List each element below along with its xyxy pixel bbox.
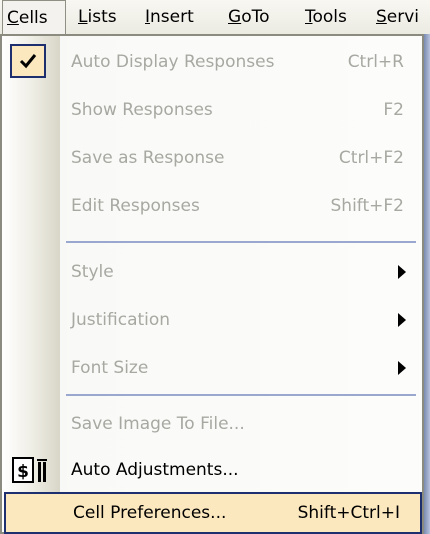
menu-services-label: Servi — [376, 7, 420, 27]
menu-item-shortcut: Ctrl+F2 — [338, 148, 404, 168]
menu-item-auto-adjustments[interactable]: $ Auto Adjustments... — [2, 446, 422, 494]
menu-bar: Cells Lists Insert GoTo Tools Servi — [0, 0, 430, 35]
menu-separator — [66, 241, 416, 243]
menu-separator — [66, 394, 416, 396]
menu-services[interactable]: Servi — [376, 0, 419, 34]
menu-item-shortcut: Shift+F2 — [330, 196, 404, 216]
menu-item-label: Edit Responses — [71, 196, 200, 216]
menu-lists-label: Lists — [78, 7, 117, 27]
menu-item-label: Style — [71, 262, 114, 282]
menu-item-save-image-to-file[interactable]: Save Image To File... — [2, 400, 422, 448]
checkmark-icon — [19, 54, 37, 69]
menu-lists[interactable]: Lists — [78, 0, 117, 34]
submenu-arrow-icon — [398, 313, 406, 327]
menu-item-label: Font Size — [71, 358, 149, 378]
submenu-arrow-icon — [398, 265, 406, 279]
menu-item-shortcut: Ctrl+R — [347, 52, 404, 72]
auto-adjustments-icon: $ — [12, 457, 47, 483]
menu-insert[interactable]: Insert — [145, 0, 194, 34]
menu-item-label: Save Image To File... — [71, 414, 245, 434]
menu-item-label: Cell Preferences... — [73, 503, 227, 523]
menu-cells-label: Cells — [7, 8, 48, 28]
menu-goto[interactable]: GoTo — [228, 0, 270, 34]
menu-item-show-responses[interactable]: Show Responses F2 — [2, 86, 422, 134]
menu-item-edit-responses[interactable]: Edit Responses Shift+F2 — [2, 182, 422, 230]
menu-tools-label: Tools — [305, 7, 347, 27]
menu-item-label: Auto Adjustments... — [71, 460, 239, 480]
menu-item-style[interactable]: Style — [2, 248, 422, 296]
window-background-edge — [424, 34, 430, 534]
menu-insert-label: Insert — [145, 7, 194, 27]
menu-item-auto-display-responses[interactable]: Auto Display Responses Ctrl+R — [2, 38, 422, 86]
menu-item-shortcut: F2 — [383, 100, 404, 120]
menu-item-label: Show Responses — [71, 100, 213, 120]
menu-item-label: Justification — [71, 310, 171, 330]
menu-item-shortcut: Shift+Ctrl+I — [297, 503, 400, 523]
menu-item-save-as-response[interactable]: Save as Response Ctrl+F2 — [2, 134, 422, 182]
cells-dropdown-menu: Auto Display Responses Ctrl+R Show Respo… — [0, 34, 424, 534]
menu-goto-label: GoTo — [228, 7, 270, 27]
menu-item-justification[interactable]: Justification — [2, 296, 422, 344]
svg-text:$: $ — [17, 462, 29, 482]
menu-tools[interactable]: Tools — [305, 0, 347, 34]
menu-item-label: Save as Response — [71, 148, 225, 168]
checked-indicator — [10, 44, 46, 78]
menu-item-cell-preferences[interactable]: Cell Preferences... Shift+Ctrl+I — [4, 492, 422, 534]
menu-item-font-size[interactable]: Font Size — [2, 344, 422, 392]
submenu-arrow-icon — [398, 361, 406, 375]
menu-cells[interactable]: Cells — [2, 0, 66, 34]
menu-item-label: Auto Display Responses — [71, 52, 275, 72]
